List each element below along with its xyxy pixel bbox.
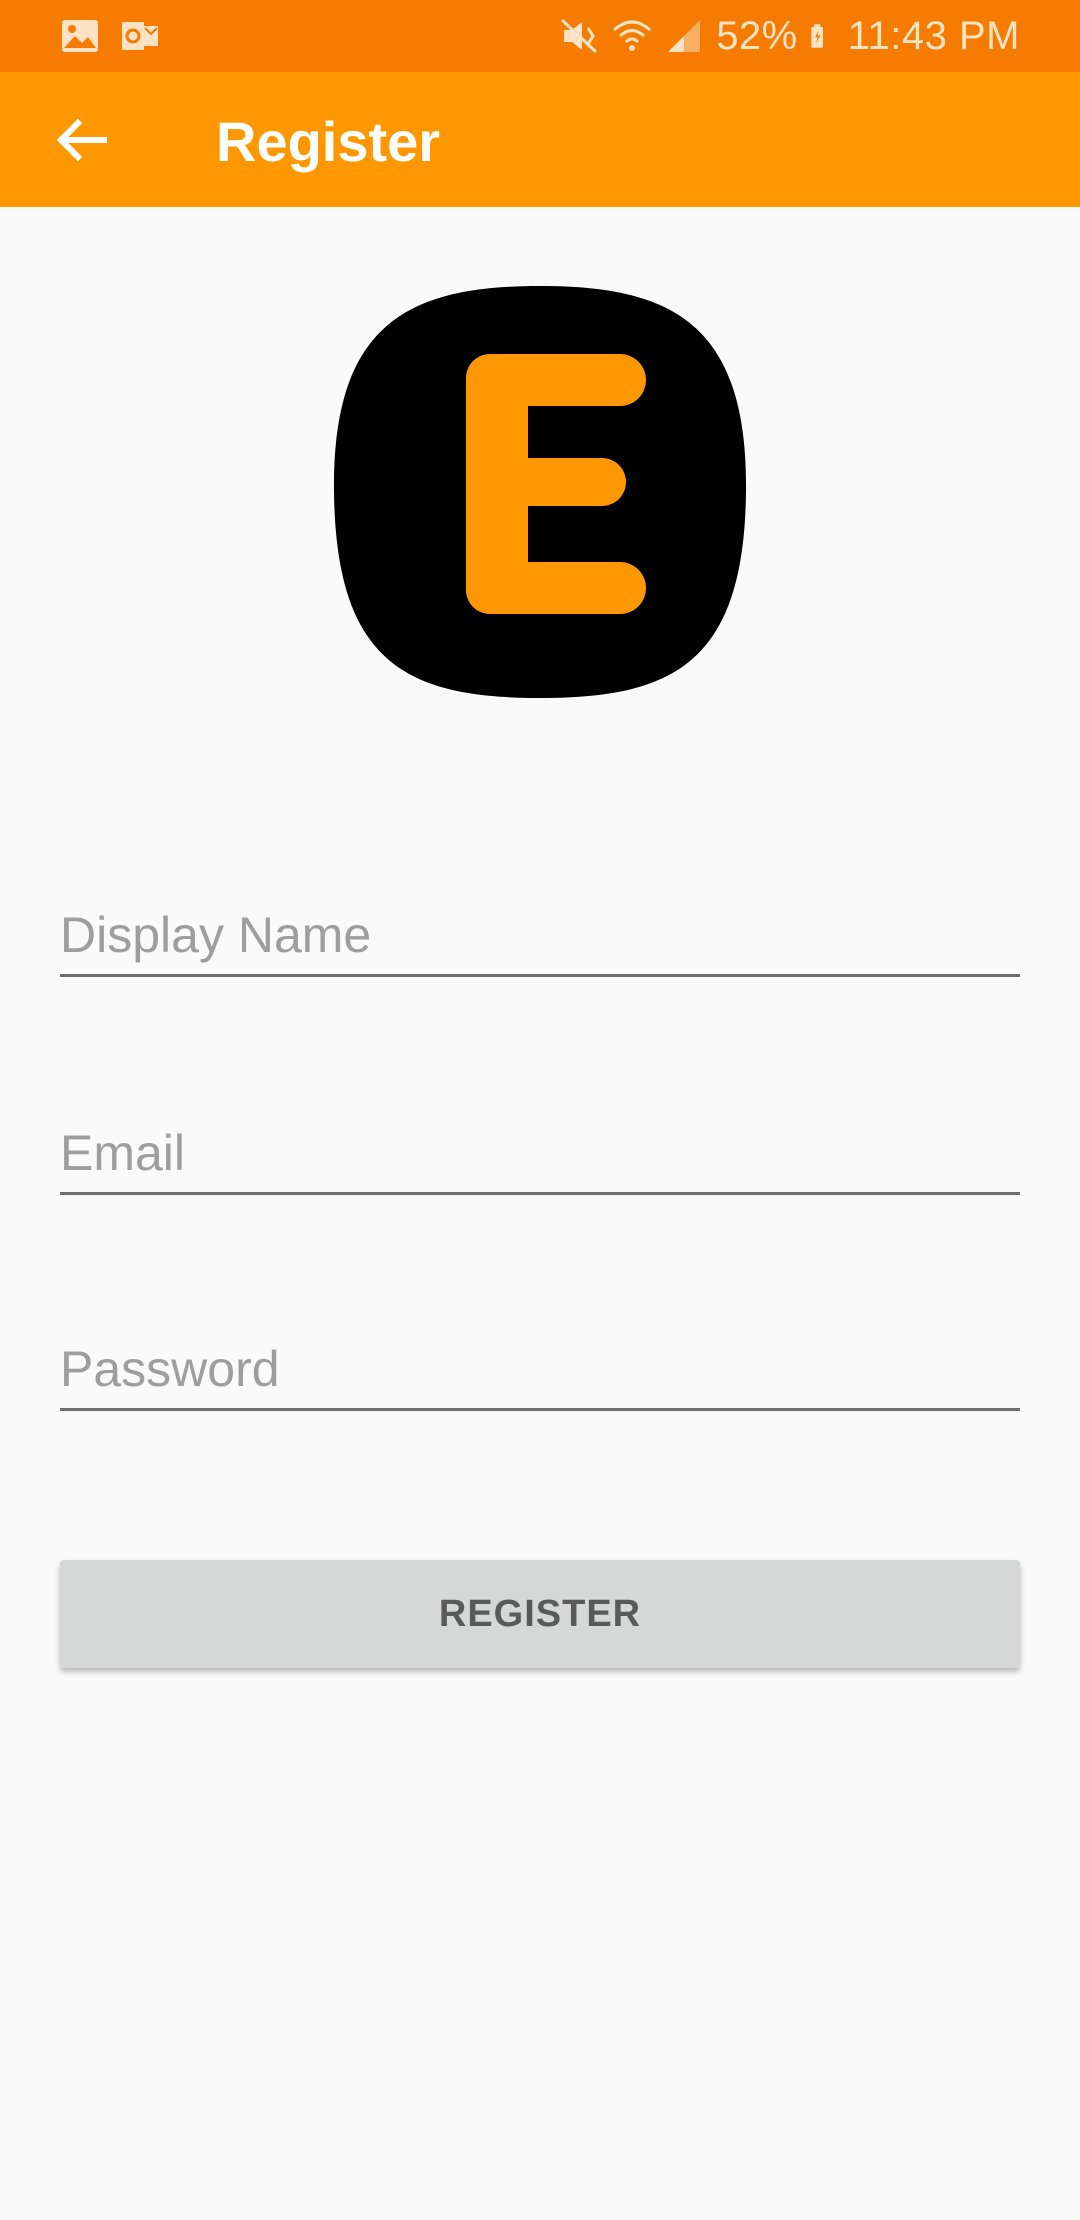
app-logo	[333, 286, 747, 698]
gallery-icon	[62, 20, 98, 52]
email-field[interactable]	[60, 1124, 1020, 1195]
signal-icon	[668, 20, 701, 52]
battery-percentage: 52%	[716, 13, 798, 58]
app-bar: Register	[0, 72, 1080, 207]
display-name-field-container	[60, 906, 1020, 977]
clock: 11:43 PM	[847, 13, 1020, 58]
email-field-container	[60, 1124, 1020, 1195]
outlook-icon	[122, 22, 158, 50]
battery-icon	[811, 24, 823, 48]
register-button[interactable]: REGISTER	[60, 1560, 1020, 1668]
mute-icon	[561, 18, 598, 54]
password-field[interactable]	[60, 1340, 1020, 1411]
password-field-container	[60, 1340, 1020, 1411]
display-name-field[interactable]	[60, 906, 1020, 977]
wifi-icon	[613, 20, 652, 51]
arrow-back-icon[interactable]	[52, 110, 112, 170]
page-title: Register	[216, 110, 441, 173]
notification-icons	[60, 16, 160, 56]
status-bar: 52% 11:43 PM	[0, 0, 1080, 72]
system-icons: 52% 11:43 PM	[560, 0, 1020, 72]
